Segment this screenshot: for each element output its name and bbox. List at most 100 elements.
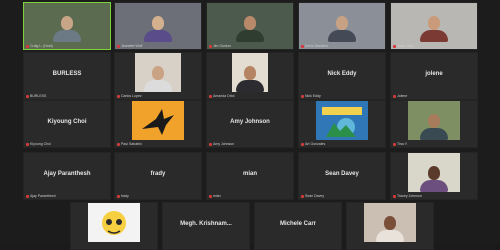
participant-name: Jeanette Wolf [121, 44, 143, 48]
participant-name: mian [213, 194, 221, 198]
participant-tile[interactable]: Megh. Krishnam... [162, 202, 250, 250]
participant-avatar-image [316, 101, 368, 140]
participant-tile[interactable]: mian mian [206, 152, 294, 200]
participant-name: Ajay Paranthesh [30, 194, 56, 198]
participant-tile[interactable]: Paul Sabatini [114, 100, 202, 148]
person-figure [376, 216, 404, 242]
bird-icon [142, 109, 174, 135]
participant-name: Art Gonzales [305, 142, 326, 146]
participant-tile[interactable]: frady frady [114, 152, 202, 200]
cartoon-avatar-icon [102, 211, 126, 235]
participant-video [232, 53, 268, 92]
participant-name: Jim Gordon [213, 44, 232, 48]
participant-avatar-image [88, 203, 140, 242]
person-figure [420, 16, 448, 42]
mic-muted-icon [301, 94, 304, 98]
participant-video [319, 3, 365, 42]
participant-name: frady [121, 194, 129, 198]
participant-tile[interactable]: Art Gonzales [298, 100, 386, 148]
participant-tile[interactable] [70, 202, 158, 250]
mic-muted-icon [26, 44, 29, 48]
participant-video [411, 3, 457, 42]
mic-muted-icon [301, 194, 304, 198]
participant-name: Amy Johnson [213, 142, 235, 146]
mic-muted-icon [393, 94, 396, 98]
participant-tile[interactable]: Nick Eddy Nick Eddy [298, 52, 386, 100]
participant-name-bar: Kevin Sanders [301, 44, 383, 48]
participant-display-name: Amy Johnson [230, 119, 270, 125]
participant-name: Paul Sabatini [121, 142, 142, 146]
participant-video [227, 3, 273, 42]
mic-muted-icon [393, 44, 396, 48]
participant-tile[interactable]: Kiyoung Choi Kiyoung Choi [23, 100, 111, 148]
participant-tile[interactable]: BURLESS BURLESS [23, 52, 111, 100]
participant-name-bar: Janie Ortiz [393, 44, 475, 48]
participant-tile[interactable]: Jim Gordon [206, 2, 294, 50]
participant-name-bar: Jeanette Wolf [117, 44, 199, 48]
participant-display-name: Ajay Paranthesh [43, 171, 91, 177]
participant-video [135, 53, 181, 92]
participant-name: Janie Ortiz [397, 44, 414, 48]
participant-display-name: Nick Eddy [327, 71, 357, 77]
participant-tile[interactable]: Janie Ortiz [390, 2, 478, 50]
participant-name-bar: mian [209, 194, 291, 198]
participant-name-bar: Sean Davey [301, 194, 383, 198]
participant-tile[interactable]: Kevin Sanders [298, 2, 386, 50]
participant-tile[interactable]: Carlos Lopez [114, 52, 202, 100]
participant-name-bar: Carlos Lopez [117, 94, 199, 98]
participant-name-bar: Jim Gordon [209, 44, 291, 48]
participant-tile[interactable]: jolene Jolene [390, 52, 478, 100]
mic-muted-icon [301, 142, 304, 146]
mic-muted-icon [117, 44, 120, 48]
mic-muted-icon [209, 142, 212, 146]
participant-video [364, 203, 416, 242]
mic-muted-icon [26, 194, 29, 198]
mic-muted-icon [117, 142, 120, 146]
participant-name: Amanda Oriol [213, 94, 235, 98]
participant-name: Tina Y. [397, 142, 408, 146]
participant-name: Kiyoung Choi [30, 142, 51, 146]
mic-muted-icon [209, 44, 212, 48]
participant-video [408, 153, 460, 192]
participant-tile[interactable]: Michele Carr [254, 202, 342, 250]
mic-muted-icon [26, 142, 29, 146]
participant-tile[interactable]: Tracey Johnson [390, 152, 478, 200]
participant-display-name: BURLESS [52, 71, 82, 77]
participant-video [44, 3, 90, 42]
mic-muted-icon [117, 94, 120, 98]
participant-tile[interactable] [346, 202, 434, 250]
participant-name-bar: Jolene [393, 94, 475, 98]
mic-muted-icon [209, 94, 212, 98]
participant-tile[interactable]: Craig L. (Host) [23, 2, 111, 50]
participant-name-bar: Craig L. (Host) [26, 44, 108, 48]
participant-display-name: Sean Davey [325, 171, 359, 177]
participant-name: BURLESS [30, 94, 47, 98]
participant-name-bar: Amy Johnson [209, 142, 291, 146]
participant-display-name: jolene [425, 71, 443, 77]
mic-muted-icon [393, 194, 396, 198]
participant-name: Tracey Johnson [397, 194, 422, 198]
participant-name-bar: Amanda Oriol [209, 94, 291, 98]
participant-tile[interactable]: Sean Davey Sean Davey [298, 152, 386, 200]
participant-tile[interactable]: Amanda Oriol [206, 52, 294, 100]
person-figure [420, 166, 448, 192]
participant-tile[interactable]: Amy Johnson Amy Johnson [206, 100, 294, 148]
participant-tile[interactable]: Tina Y. [390, 100, 478, 148]
participant-name-bar: Nick Eddy [301, 94, 383, 98]
participant-display-name: frady [150, 171, 166, 177]
participant-name-bar: Tina Y. [393, 142, 475, 146]
participant-name-bar: Paul Sabatini [117, 142, 199, 146]
participant-name: Craig L. (Host) [30, 44, 53, 48]
participant-video [408, 101, 460, 140]
participant-tile[interactable]: Jeanette Wolf [114, 2, 202, 50]
participant-name: Sean Davey [305, 194, 325, 198]
participant-display-name: Michele Carr [279, 221, 316, 227]
participant-display-name: mian [242, 171, 257, 177]
mic-muted-icon [301, 44, 304, 48]
book-cover-icon [322, 107, 362, 137]
participant-name: Kevin Sanders [305, 44, 328, 48]
participant-name-bar: Ajay Paranthesh [26, 194, 108, 198]
participant-name-bar: Art Gonzales [301, 142, 383, 146]
zoom-gallery-view: Craig L. (Host) Jeanette Wolf Jim Gordon [0, 0, 500, 250]
participant-tile[interactable]: Ajay Paranthesh Ajay Paranthesh [23, 152, 111, 200]
